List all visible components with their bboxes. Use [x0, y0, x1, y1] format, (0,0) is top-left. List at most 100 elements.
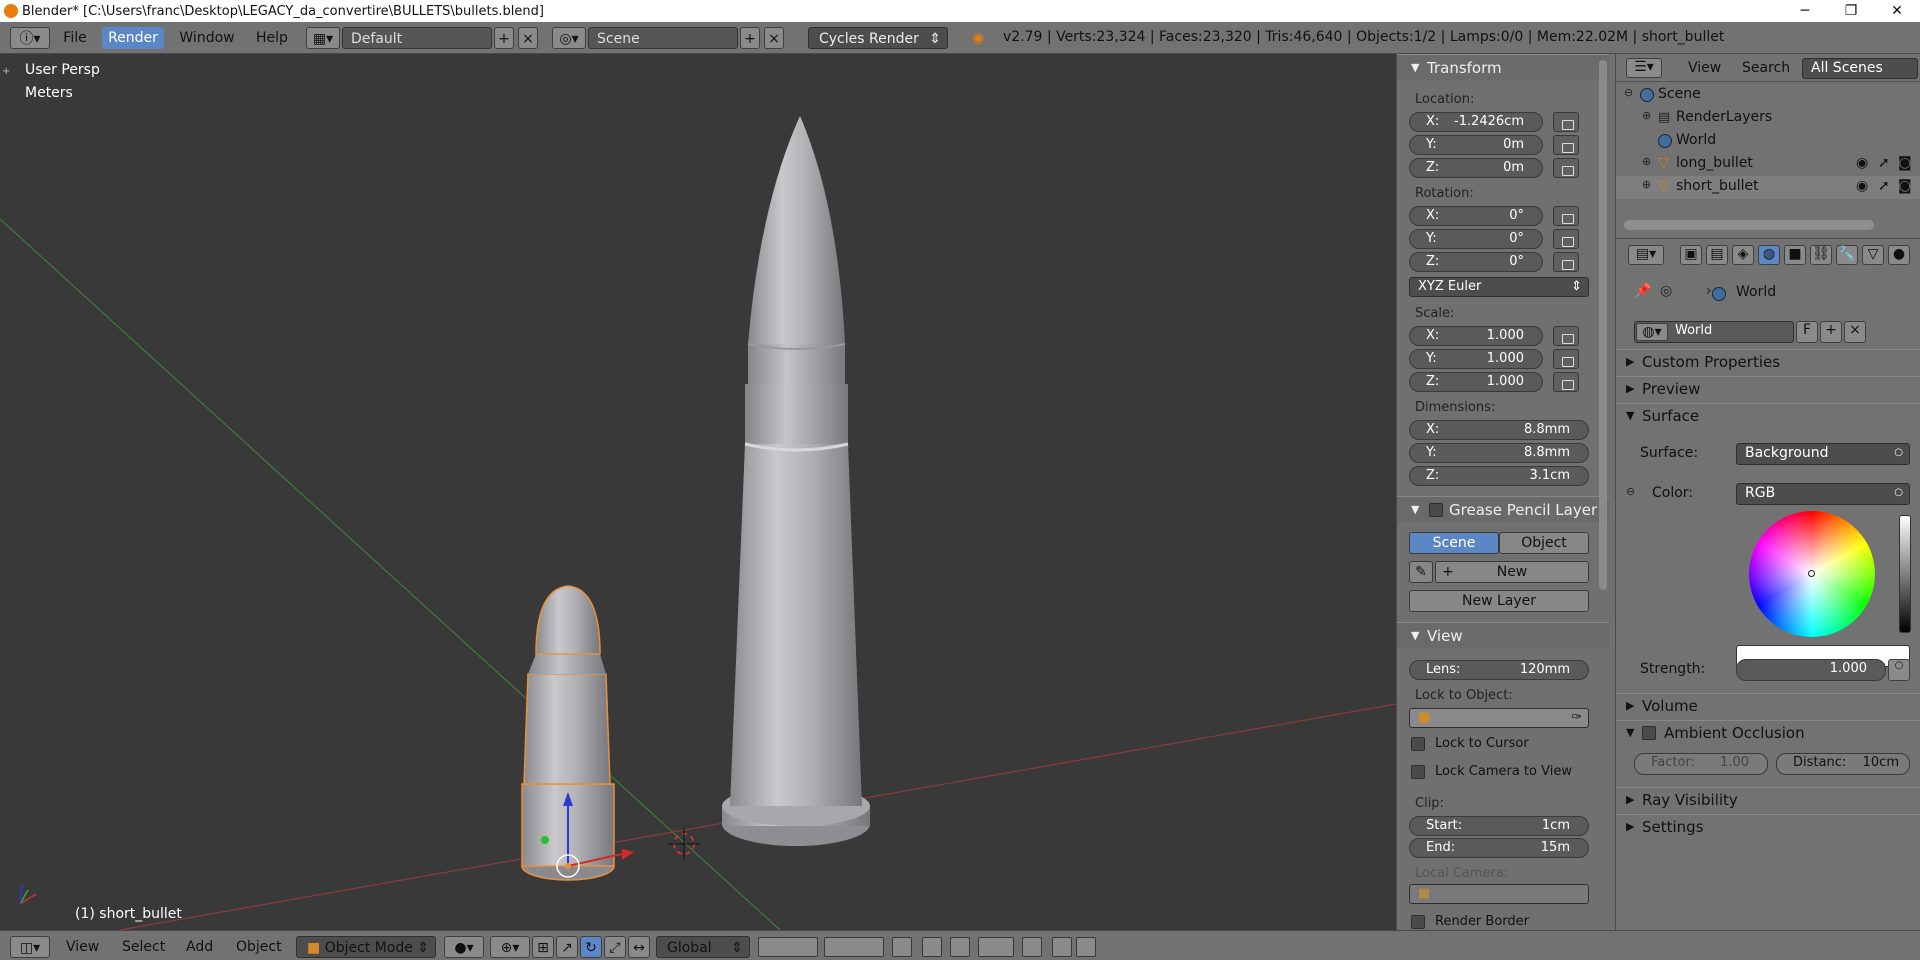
ao-distance-field[interactable]: Distanc: 10cm: [1776, 753, 1910, 775]
lock-icon[interactable]: [1553, 112, 1579, 132]
location-z-field[interactable]: Z: 0m: [1409, 158, 1543, 178]
lock-icon[interactable]: [1553, 326, 1579, 346]
3d-viewport[interactable]: User Persp Meters (1) short_bullet +: [0, 54, 1396, 930]
pencil-icon[interactable]: ✎: [1409, 561, 1433, 583]
lock-icon[interactable]: [1553, 206, 1579, 226]
lock-icon[interactable]: [1553, 372, 1579, 392]
translate-manipulator-icon[interactable]: ↗: [556, 936, 578, 958]
surface-header[interactable]: ▼ Surface: [1616, 403, 1920, 427]
snap-element-icon[interactable]: [978, 937, 1014, 957]
render-engine-select[interactable]: Cycles Render ⇕: [808, 27, 948, 49]
render-opengl-icon[interactable]: [1052, 937, 1072, 957]
clip-end-field[interactable]: End: 15m: [1409, 838, 1589, 858]
layers-tab-icon[interactable]: ▤: [1706, 245, 1728, 265]
preview-header[interactable]: ▶ Preview: [1616, 376, 1920, 400]
menu-render[interactable]: Render: [102, 27, 164, 49]
menu-add[interactable]: Add: [186, 936, 213, 958]
snap-toggle-icon[interactable]: [950, 937, 970, 957]
surface-shader-select[interactable]: Background ○: [1736, 443, 1910, 465]
scene-field[interactable]: Scene: [588, 27, 738, 49]
settings-header[interactable]: ▶ Settings: [1616, 814, 1920, 838]
add-scene-icon[interactable]: +: [740, 27, 760, 49]
layers-grid-1[interactable]: [758, 937, 818, 957]
constraints-tab-icon[interactable]: ⛓: [1810, 245, 1832, 265]
dimensions-y-field[interactable]: Y: 8.8mm: [1409, 443, 1589, 463]
color-mode-select[interactable]: RGB ○: [1736, 483, 1910, 505]
color-wheel[interactable]: [1749, 511, 1875, 637]
lock-icon[interactable]: [1553, 229, 1579, 249]
menu-help[interactable]: Help: [252, 27, 292, 49]
unlink-world-icon[interactable]: ×: [1844, 321, 1866, 343]
lock-icon[interactable]: [1553, 135, 1579, 155]
menu-file[interactable]: File: [62, 27, 88, 49]
eyedropper-icon[interactable]: ✑: [1571, 709, 1582, 727]
scale-manipulator-icon[interactable]: ⤢: [604, 936, 626, 958]
pivot-point-icon[interactable]: ⊕▾: [490, 936, 530, 958]
scale-y-field[interactable]: Y: 1.000: [1409, 349, 1543, 369]
modifiers-tab-icon[interactable]: 🔧: [1836, 245, 1858, 265]
lock-icon[interactable]: [1553, 158, 1579, 178]
editor-type-icon[interactable]: ◫▾: [10, 936, 50, 958]
menu-window[interactable]: Window: [178, 27, 236, 49]
lock-camera-checkbox[interactable]: [1411, 765, 1425, 779]
long-bullet-mesh[interactable]: [722, 116, 870, 846]
scene-selector-icon[interactable]: ◎▾: [552, 27, 586, 49]
interaction-mode-select[interactable]: ■ Object Mode ⇕: [296, 936, 436, 958]
menu-view[interactable]: View: [66, 936, 99, 958]
data-tab-icon[interactable]: ▽: [1862, 245, 1884, 265]
screen-layout-field[interactable]: Default: [342, 27, 492, 49]
volume-header[interactable]: ▶ Volume: [1616, 693, 1920, 717]
ray-visibility-header[interactable]: ▶ Ray Visibility: [1616, 787, 1920, 811]
rotate-manipulator-icon[interactable]: ↻: [580, 936, 602, 958]
menu-select[interactable]: Select: [122, 936, 165, 958]
manipulator-toggle-icon[interactable]: ⊞: [532, 936, 554, 958]
lens-field[interactable]: Lens: 120mm: [1409, 660, 1589, 680]
fake-user-button[interactable]: F: [1796, 321, 1818, 343]
ambient-occlusion-header[interactable]: ▼ Ambient Occlusion: [1616, 720, 1920, 744]
render-camera-icon[interactable]: ◙: [1898, 178, 1912, 194]
grease-pencil-checkbox[interactable]: [1429, 503, 1443, 517]
ao-factor-field[interactable]: Factor: 1.00: [1634, 753, 1768, 775]
lock-object-field[interactable]: ■ ✑: [1409, 708, 1589, 728]
snap-target-icon[interactable]: [1022, 937, 1042, 957]
clip-start-field[interactable]: Start: 1cm: [1409, 816, 1589, 836]
ambient-occlusion-checkbox[interactable]: [1642, 726, 1656, 740]
new-grease-button[interactable]: + New: [1435, 561, 1589, 583]
value-slider[interactable]: [1899, 515, 1911, 633]
outliner-row-long-bullet[interactable]: ⊕ ▽ long_bullet ◉ ➚ ◙: [1616, 153, 1920, 176]
add-world-icon[interactable]: +: [1820, 321, 1842, 343]
tab-scene[interactable]: Scene: [1409, 532, 1499, 554]
outliner-row-short-bullet[interactable]: ⊕ ▽ short_bullet ◉ ➚ ◙: [1616, 176, 1920, 199]
lock-cursor-checkbox[interactable]: [1411, 737, 1425, 751]
visibility-eye-icon[interactable]: ◉: [1856, 155, 1868, 171]
render-border-checkbox[interactable]: [1411, 915, 1425, 929]
lock-icon[interactable]: [1553, 349, 1579, 369]
scene-tab-icon[interactable]: ◈: [1732, 245, 1754, 265]
screen-layout-icon[interactable]: ▦▾: [306, 27, 340, 49]
outliner-row-scene[interactable]: ⊖ Scene: [1616, 84, 1920, 107]
info-editor-type-icon[interactable]: ⓘ▾: [10, 27, 50, 49]
layers-grid-2[interactable]: [824, 937, 884, 957]
scale-x-field[interactable]: X: 1.000: [1409, 326, 1543, 346]
remove-layout-icon[interactable]: ×: [518, 27, 538, 49]
viewport-shading-icon[interactable]: ●▾: [444, 936, 484, 958]
render-camera-icon[interactable]: ◙: [1898, 155, 1912, 171]
outliner-row-world[interactable]: World: [1616, 130, 1920, 153]
color-link-icon[interactable]: ⊖: [1626, 485, 1635, 498]
rotation-y-field[interactable]: Y: 0°: [1409, 229, 1543, 249]
view-panel-header[interactable]: ▼ View: [1397, 622, 1609, 648]
object-tab-icon[interactable]: ■: [1784, 245, 1806, 265]
maximize-button[interactable]: ❐: [1828, 3, 1874, 19]
select-cursor-icon[interactable]: ➚: [1878, 155, 1890, 171]
color-picker-handle[interactable]: [1808, 570, 1815, 577]
local-camera-field[interactable]: ■: [1409, 884, 1589, 904]
world-browse-icon[interactable]: ◍▾: [1636, 323, 1668, 341]
material-tab-icon[interactable]: ●: [1888, 245, 1910, 265]
tab-object[interactable]: Object: [1499, 532, 1589, 554]
outliner-editor-type-icon[interactable]: ☰▾: [1626, 58, 1662, 78]
scale-z-field[interactable]: Z: 1.000: [1409, 372, 1543, 392]
dimensions-z-field[interactable]: Z: 3.1cm: [1409, 466, 1589, 486]
transform-panel-header[interactable]: ▼ Transform: [1397, 54, 1609, 80]
strength-field[interactable]: 1.000: [1736, 659, 1886, 681]
outliner-search-menu[interactable]: Search: [1742, 60, 1790, 76]
